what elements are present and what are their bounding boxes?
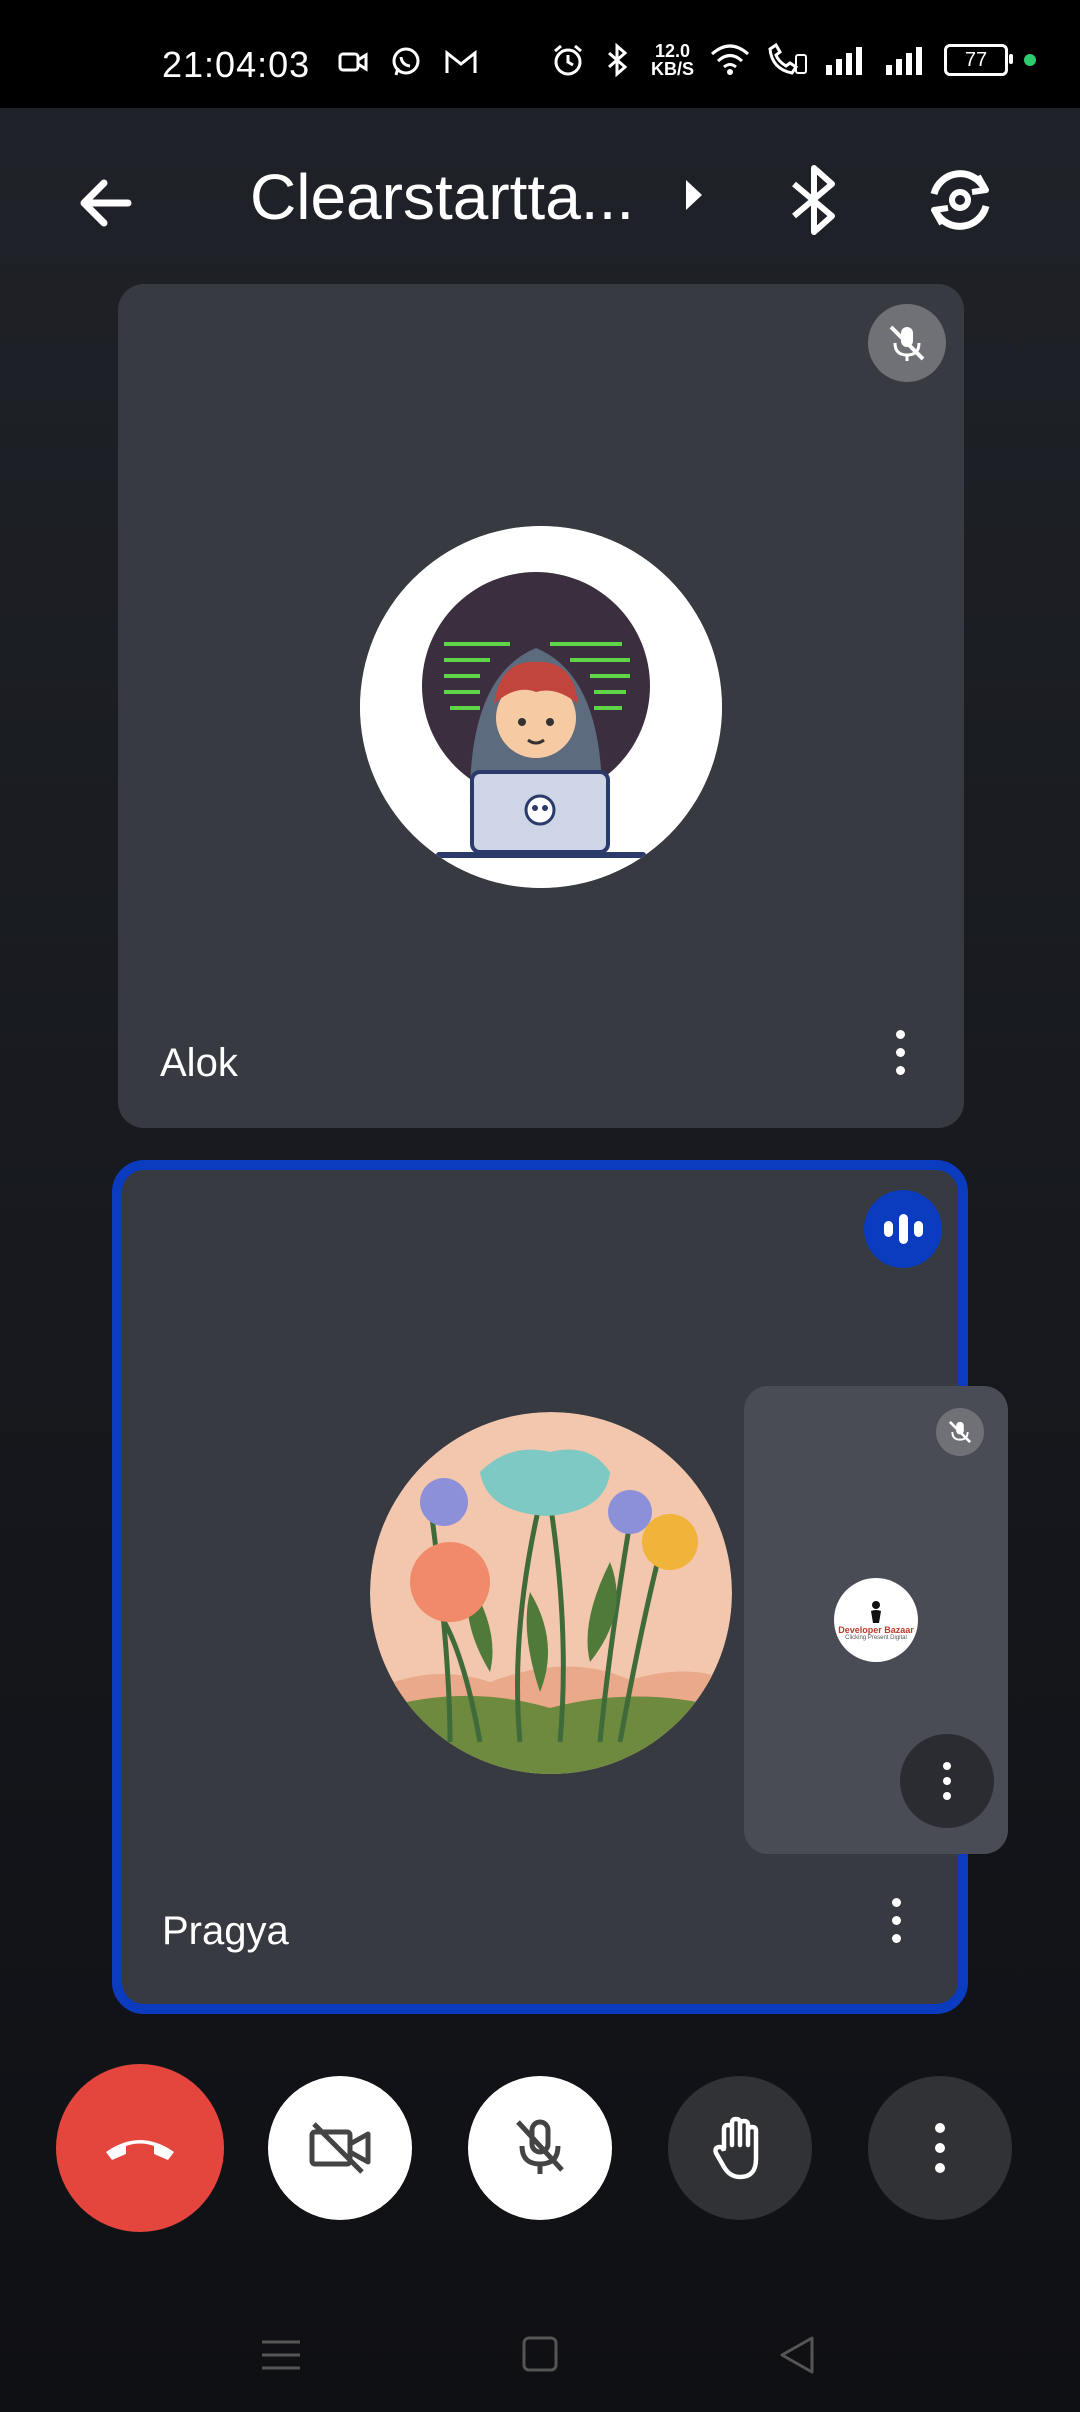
mic-off-icon [868,304,946,382]
video-call-icon [338,52,368,72]
participant-avatar [370,1412,732,1774]
speaking-indicator-icon [864,1190,942,1268]
camera-toggle-button[interactable] [268,2076,412,2220]
more-vertical-icon[interactable] [880,1012,920,1092]
camera-off-icon [309,2122,371,2174]
back-icon[interactable] [768,2330,828,2380]
network-speed: 12.0 KB/S [650,41,694,79]
call-controls [0,2060,1080,2232]
switch-camera-icon[interactable] [920,160,1000,240]
wifi-icon [711,44,749,75]
status-bar: 21:04:03 12.0 KB/S 77 [0,0,1080,108]
back-arrow-icon[interactable] [70,163,150,243]
more-vertical-icon[interactable] [876,1880,916,1960]
raise-hand-button[interactable] [668,2076,812,2220]
privacy-indicator [1024,54,1036,66]
status-notification-icons [338,46,478,78]
participant-name: Pragya [162,1909,289,1953]
end-call-icon [106,2140,174,2160]
whatsapp-icon [392,47,420,76]
status-system-icons: 12.0 KB/S 77 [551,42,1036,78]
status-time: 21:04:03 [162,44,311,85]
system-nav-bar [0,2290,1080,2412]
participant-tile-alok[interactable]: Alok [118,284,964,1128]
mic-off-icon [516,2119,564,2174]
raise-hand-icon [713,2116,759,2180]
battery-icon: 77 [944,44,1013,76]
alarm-icon [554,44,582,76]
menu-icon[interactable] [252,2330,312,2380]
signal-icon [886,47,922,75]
participant-avatar [360,526,722,888]
caret-right-icon[interactable] [686,180,702,210]
more-options-button[interactable] [868,2076,1012,2220]
participant-name: Alok [160,1041,238,1085]
self-view-tile[interactable]: Developer Bazaar Clicking Present Digita… [744,1386,1008,1854]
end-call-button[interactable] [56,2064,224,2232]
mic-off-icon [936,1408,984,1456]
battery-level: 77 [964,48,988,71]
bluetooth-icon [607,43,628,77]
gmail-icon [445,49,477,73]
meeting-title[interactable]: Clearstartta... [250,160,634,234]
bluetooth-icon[interactable] [780,160,850,240]
wifi-calling-icon [768,43,807,75]
more-vertical-icon[interactable] [900,1734,994,1828]
signal-icon [826,47,862,75]
mic-toggle-button[interactable] [468,2076,612,2220]
self-avatar-logo: Developer Bazaar Clicking Present Digita… [834,1578,918,1662]
call-header: Clearstartta... [0,108,1080,278]
home-icon[interactable] [510,2330,570,2380]
